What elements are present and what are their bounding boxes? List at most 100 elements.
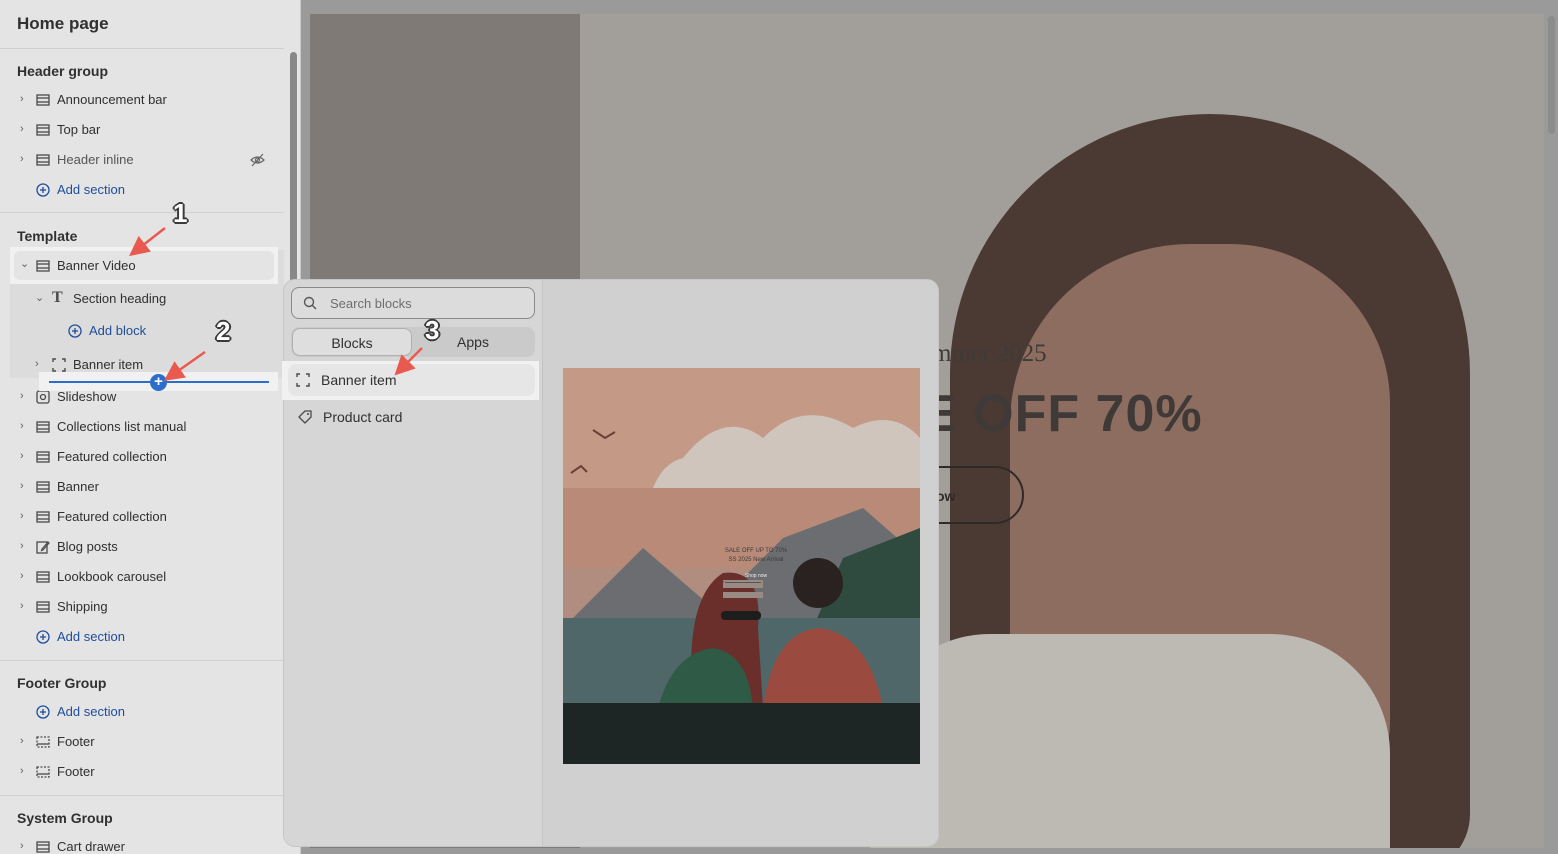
section-featured-collection-2[interactable]: › Featured collection [0, 503, 284, 531]
chevron-down-icon[interactable]: ⌄ [20, 257, 29, 270]
add-block-button[interactable]: Add block [0, 317, 284, 345]
divider [0, 48, 284, 49]
section-icon [36, 511, 50, 523]
search-blocks-input[interactable]: Search blocks [291, 287, 535, 319]
annotation-number-1: 1 [173, 198, 188, 228]
chevron-right-icon[interactable]: › [20, 510, 30, 522]
chevron-right-icon[interactable]: › [20, 540, 30, 552]
section-icon [36, 124, 50, 136]
block-option-product-card[interactable]: Product card [290, 401, 537, 433]
section-label: Lookbook carousel [57, 569, 167, 584]
add-section-template[interactable]: Add section [0, 623, 284, 651]
annotation-number-2: 2 [216, 316, 231, 346]
section-lookbook-carousel[interactable]: › Lookbook carousel [0, 563, 284, 591]
search-placeholder: Search blocks [330, 296, 412, 311]
section-cart-drawer[interactable]: › Cart drawer [0, 833, 284, 854]
chevron-right-icon[interactable]: › [20, 450, 30, 462]
section-top-bar[interactable]: › Top bar [0, 116, 284, 144]
plus-circle-icon [36, 630, 50, 644]
add-section-header[interactable]: Add section [0, 176, 284, 204]
section-label: Header inline [57, 152, 134, 167]
section-icon [36, 94, 50, 106]
section-announcement-bar[interactable]: › Announcement bar [0, 86, 284, 114]
section-footer-2[interactable]: › Footer [0, 758, 284, 786]
chevron-right-icon[interactable]: › [35, 358, 45, 370]
chevron-right-icon[interactable]: › [20, 390, 30, 402]
section-label: Cart drawer [57, 839, 125, 854]
chevron-right-icon[interactable]: › [20, 600, 30, 612]
footer-group-title: Footer Group [17, 675, 107, 691]
section-featured-collection[interactable]: › Featured collection [0, 443, 284, 471]
section-blog-posts[interactable]: › Blog posts [0, 533, 284, 561]
section-icon [36, 154, 50, 166]
chevron-right-icon[interactable]: › [20, 123, 30, 135]
block-preview-panel: SALE OFF UP TO 70% SS 2025 New Arrival S… [543, 280, 938, 846]
divider [0, 660, 284, 661]
section-label: Top bar [57, 122, 101, 137]
preview-subtitle: mmer 2025 [932, 340, 1047, 367]
chevron-down-icon[interactable]: ⌄ [35, 292, 45, 304]
section-banner[interactable]: › Banner [0, 473, 284, 501]
banner-item-icon [52, 358, 66, 372]
section-icon [36, 841, 50, 853]
preview-illustration-line: SALE OFF UP TO 70% [724, 548, 788, 554]
section-header-inline[interactable]: › Header inline [0, 146, 284, 174]
preview-illustration-text: SALE OFF UP TO 70% SS 2025 New Arrival S… [708, 547, 804, 581]
section-icon [36, 421, 50, 433]
block-section-heading[interactable]: ⌄ T Section heading [0, 285, 284, 313]
section-shipping[interactable]: › Shipping [0, 593, 284, 621]
insert-plus-button[interactable]: + [150, 374, 167, 391]
chevron-right-icon[interactable]: › [20, 420, 30, 432]
search-icon [303, 296, 317, 310]
chevron-right-icon[interactable]: › [20, 570, 30, 582]
section-icon [36, 451, 50, 463]
chevron-right-icon[interactable]: › [20, 93, 30, 105]
add-section-footer[interactable]: Add section [0, 698, 284, 726]
plus-circle-icon [36, 183, 50, 197]
annotation-number-3: 3 [425, 315, 440, 345]
block-label: Section heading [73, 291, 167, 306]
section-icon [36, 260, 50, 272]
block-option-label: Product card [323, 409, 403, 425]
block-label: Banner item [73, 357, 144, 372]
preview-headline: E OFF 70% [922, 385, 1203, 443]
section-icon [36, 571, 50, 583]
block-option-banner-item[interactable]: Banner item [288, 364, 535, 396]
divider [0, 795, 284, 796]
banner-video-label: Banner Video [57, 258, 136, 273]
preview-shirt-shape [870, 634, 1390, 848]
plus-circle-icon [36, 705, 50, 719]
page-title: Home page [17, 14, 109, 33]
slideshow-icon [36, 390, 50, 404]
highlight-banner-video: ⌄ Banner Video [10, 247, 278, 284]
footer-icon [36, 766, 50, 778]
header-group-title: Header group [17, 63, 109, 79]
editor-sidebar: Home page Header group › Announcement ba… [0, 0, 301, 854]
chevron-right-icon[interactable]: › [20, 153, 30, 165]
highlight-banner-item-option: Banner item [282, 361, 539, 400]
tab-blocks[interactable]: Blocks [292, 328, 412, 356]
footer-icon [36, 736, 50, 748]
preview-illustration-button: Shop now [744, 573, 768, 579]
hidden-eye-icon[interactable] [250, 153, 265, 167]
chevron-right-icon[interactable]: › [20, 480, 30, 492]
text-block-icon: T [52, 289, 63, 306]
plus-circle-icon [68, 324, 82, 338]
section-label: Featured collection [57, 509, 167, 524]
chevron-right-icon[interactable]: › [20, 765, 30, 777]
preview-scrollbar[interactable] [1548, 16, 1555, 134]
section-label: Footer [57, 764, 95, 779]
edit-icon [36, 541, 50, 554]
banner-video-row[interactable]: ⌄ Banner Video [14, 251, 274, 280]
section-icon [36, 481, 50, 493]
section-collections-list-manual[interactable]: › Collections list manual [0, 413, 284, 441]
block-tabs: Blocks Apps [291, 327, 535, 357]
section-footer[interactable]: › Footer [0, 728, 284, 756]
tag-icon [298, 410, 312, 424]
section-label: Banner [57, 479, 99, 494]
block-option-label: Banner item [321, 372, 397, 388]
banner-item-icon [296, 373, 310, 387]
add-section-label: Add section [57, 629, 125, 644]
chevron-right-icon[interactable]: › [20, 735, 30, 747]
chevron-right-icon[interactable]: › [20, 840, 30, 852]
